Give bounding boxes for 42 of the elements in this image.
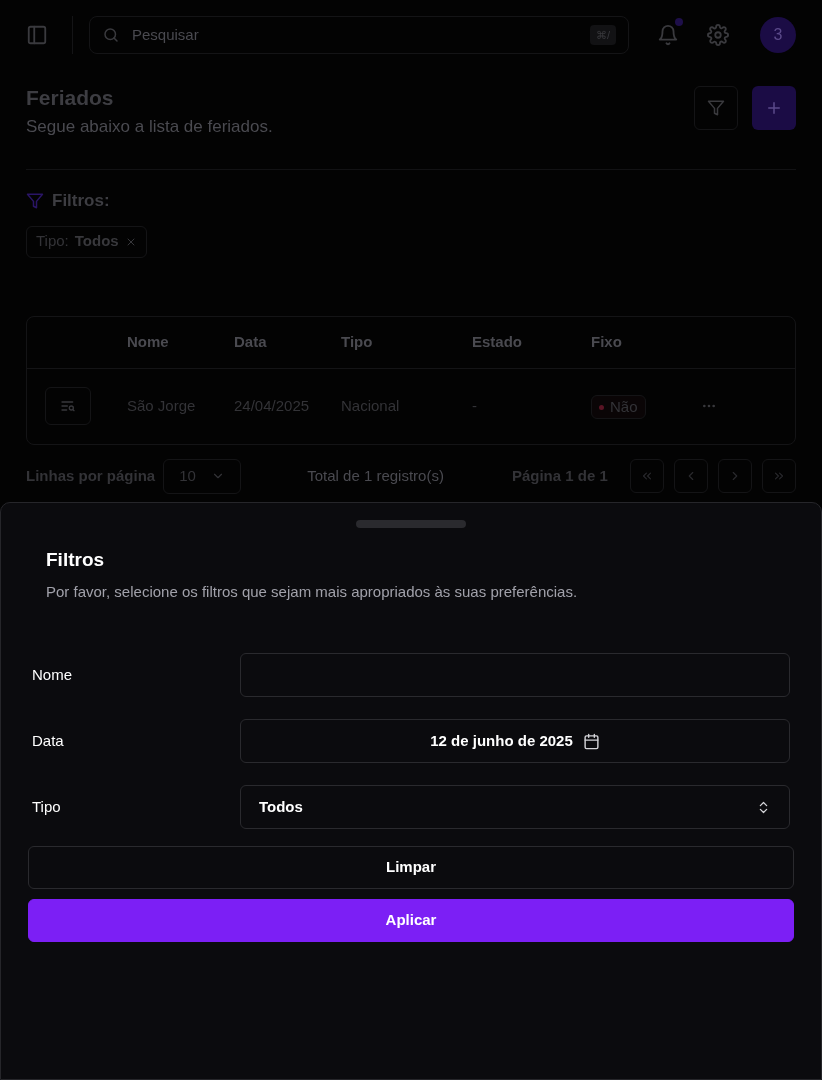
add-button[interactable] — [752, 86, 796, 130]
name-input-field[interactable] — [240, 653, 790, 697]
filter-icon — [707, 99, 725, 117]
filter-button[interactable] — [694, 86, 738, 130]
type-select-field[interactable]: Todos — [240, 785, 790, 829]
page-title: Feriados — [26, 85, 115, 111]
settings-icon[interactable] — [707, 24, 729, 46]
page-subtitle: Segue abaixo a lista de feriados. — [26, 115, 273, 138]
field-label: Tipo — [32, 796, 62, 817]
list-search-icon — [60, 398, 76, 414]
column-header: Data — [234, 333, 267, 350]
field-label: Data — [32, 730, 65, 751]
sidebar-toggle-icon[interactable] — [26, 24, 48, 46]
apply-button[interactable]: Aplicar — [28, 899, 794, 942]
search-input-field[interactable]: Pesquisar — [132, 23, 578, 47]
pagination-button[interactable] — [762, 459, 796, 493]
column-header: Nome — [127, 333, 169, 350]
drawer-description: Por favor, selecione os filtros que sejam mais apropriados às suas preferências. — [46, 581, 579, 602]
drag-handle[interactable] — [356, 520, 466, 528]
table-cell: - — [472, 397, 477, 414]
date-picker-field[interactable]: 12 de junho de 2025 — [240, 719, 790, 763]
field-label: Nome — [32, 664, 73, 685]
filters-label: Filtros: — [52, 190, 110, 212]
chip-value: Todos — [74, 231, 119, 252]
column-header: Fixo — [591, 333, 622, 350]
search-icon — [102, 26, 120, 44]
details-button[interactable] — [45, 387, 91, 425]
pagination-button[interactable] — [674, 459, 708, 493]
filter-icon — [26, 191, 44, 210]
calendar-icon — [582, 732, 600, 750]
notification-bell-icon[interactable] — [657, 24, 679, 46]
column-header: Tipo — [341, 333, 373, 350]
pagination-button[interactable] — [718, 459, 752, 493]
last-page-icon — [772, 469, 786, 483]
column-header: Estado — [472, 333, 522, 350]
clear-button[interactable]: Limpar — [28, 846, 794, 889]
shortcut-hint: ⌘/ — [589, 24, 616, 46]
plus-icon — [765, 99, 783, 117]
drawer-title: Filtros — [46, 548, 106, 572]
first-page-icon — [640, 469, 654, 483]
pagination-button[interactable] — [630, 459, 664, 493]
total-records: Total de 1 registro(s) — [307, 465, 444, 486]
